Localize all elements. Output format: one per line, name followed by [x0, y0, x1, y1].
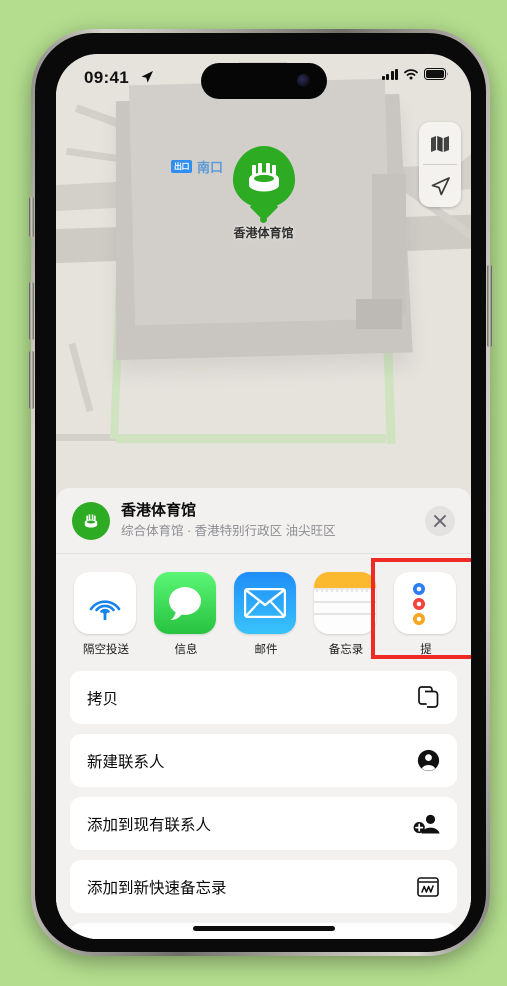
- map-controls: [419, 122, 461, 207]
- action-row-copy[interactable]: 拷贝: [70, 671, 457, 724]
- share-app-reminders[interactable]: 提: [394, 572, 458, 657]
- airdrop-icon: [89, 600, 121, 620]
- share-app-notes[interactable]: 备忘录: [314, 572, 378, 657]
- map-exit-marker[interactable]: 出口 南口: [171, 157, 223, 176]
- notes-icon: [314, 572, 376, 634]
- front-camera-icon: [296, 74, 310, 87]
- action-label: 添加到新快速备忘录: [87, 879, 227, 897]
- share-sheet-header: 香港体育馆 综合体育馆 · 香港特别行政区 油尖旺区: [56, 488, 471, 554]
- person-badge-plus-icon: [412, 813, 440, 835]
- app-label: 信息: [174, 644, 198, 656]
- volume-up-button[interactable]: [29, 282, 34, 340]
- quick-note-icon: [416, 876, 440, 897]
- action-row-add-existing-contact[interactable]: 添加到现有联系人: [70, 797, 457, 850]
- messages-icon: [169, 587, 201, 620]
- share-app-airdrop[interactable]: 隔空投送: [74, 572, 138, 657]
- action-label: 拷贝: [87, 690, 119, 708]
- phone-bezel: 出口 南口 香港体育馆 09:41 香港体育馆 综合体育馆 · 香港特别行政区 …: [35, 33, 486, 952]
- wifi-icon: [404, 69, 418, 80]
- place-avatar: [72, 502, 110, 540]
- status-time: 09:41: [84, 68, 129, 87]
- action-group: 新建联系人: [70, 734, 457, 787]
- exit-badge: 出口: [171, 160, 192, 173]
- action-label: 添加到现有联系人: [87, 816, 212, 834]
- action-row-new-contact[interactable]: 新建联系人: [70, 734, 457, 787]
- reminders-icon: [412, 583, 425, 625]
- place-title: 香港体育馆: [121, 502, 197, 520]
- action-group: 添加到新快速备忘录: [70, 860, 457, 913]
- action-group: 添加到现有联系人: [70, 797, 457, 850]
- location-arrow-icon: [141, 71, 153, 83]
- place-subtitle: 综合体育馆 · 香港特别行政区 油尖旺区: [121, 523, 336, 538]
- dynamic-island: [200, 63, 327, 99]
- share-action-list: 拷贝 新建联系人 添加到现有联系人 添加到新快速备忘录: [56, 671, 471, 939]
- close-button[interactable]: [425, 506, 455, 536]
- share-app-mail[interactable]: 邮件: [234, 572, 298, 657]
- share-sheet: 香港体育馆 综合体育馆 · 香港特别行政区 油尖旺区 隔空投送 信息 邮件 备忘…: [56, 488, 471, 939]
- map-icon: [431, 135, 449, 152]
- navigation-arrow-icon: [431, 176, 450, 195]
- power-button[interactable]: [487, 265, 492, 347]
- action-row-new-quick-note[interactable]: 添加到新快速备忘录: [70, 860, 457, 913]
- action-button[interactable]: [29, 197, 34, 237]
- cellular-bars-icon: [381, 68, 398, 80]
- copy-icon: [416, 686, 440, 709]
- share-app-messages[interactable]: 信息: [154, 572, 218, 657]
- app-label: 备忘录: [328, 644, 364, 656]
- map-place-pin[interactable]: 香港体育馆: [232, 146, 295, 241]
- phone-frame: 出口 南口 香港体育馆 09:41 香港体育馆 综合体育馆 · 香港特别行政区 …: [29, 29, 492, 956]
- status-indicators: [381, 68, 450, 80]
- pin-bubble: [232, 146, 295, 208]
- person-circle-icon: [416, 749, 440, 772]
- home-indicator: [192, 926, 335, 931]
- stadium-icon: [248, 163, 279, 192]
- action-label: 打印: [87, 939, 118, 940]
- exit-label: 南口: [197, 160, 224, 175]
- share-app-row: 隔空投送 信息 邮件 备忘录 提: [56, 554, 471, 671]
- status-bar: 09:41: [56, 54, 471, 106]
- map-layers-button[interactable]: [419, 122, 461, 164]
- action-group: 拷贝: [70, 671, 457, 724]
- app-label: 提: [420, 644, 432, 656]
- phone-screen: 出口 南口 香港体育馆 09:41 香港体育馆 综合体育馆 · 香港特别行政区 …: [56, 54, 471, 939]
- pin-label: 香港体育馆: [233, 226, 294, 240]
- battery-full-icon: [424, 68, 449, 80]
- close-icon: [434, 515, 446, 527]
- user-location-button[interactable]: [419, 165, 461, 207]
- mail-icon: [244, 588, 286, 618]
- app-label: 隔空投送: [83, 644, 129, 656]
- app-label: 邮件: [254, 644, 278, 656]
- stadium-icon: [84, 514, 98, 528]
- action-label: 新建联系人: [87, 753, 165, 771]
- place-info: 香港体育馆 综合体育馆 · 香港特别行政区 油尖旺区: [121, 502, 425, 540]
- volume-down-button[interactable]: [29, 351, 34, 409]
